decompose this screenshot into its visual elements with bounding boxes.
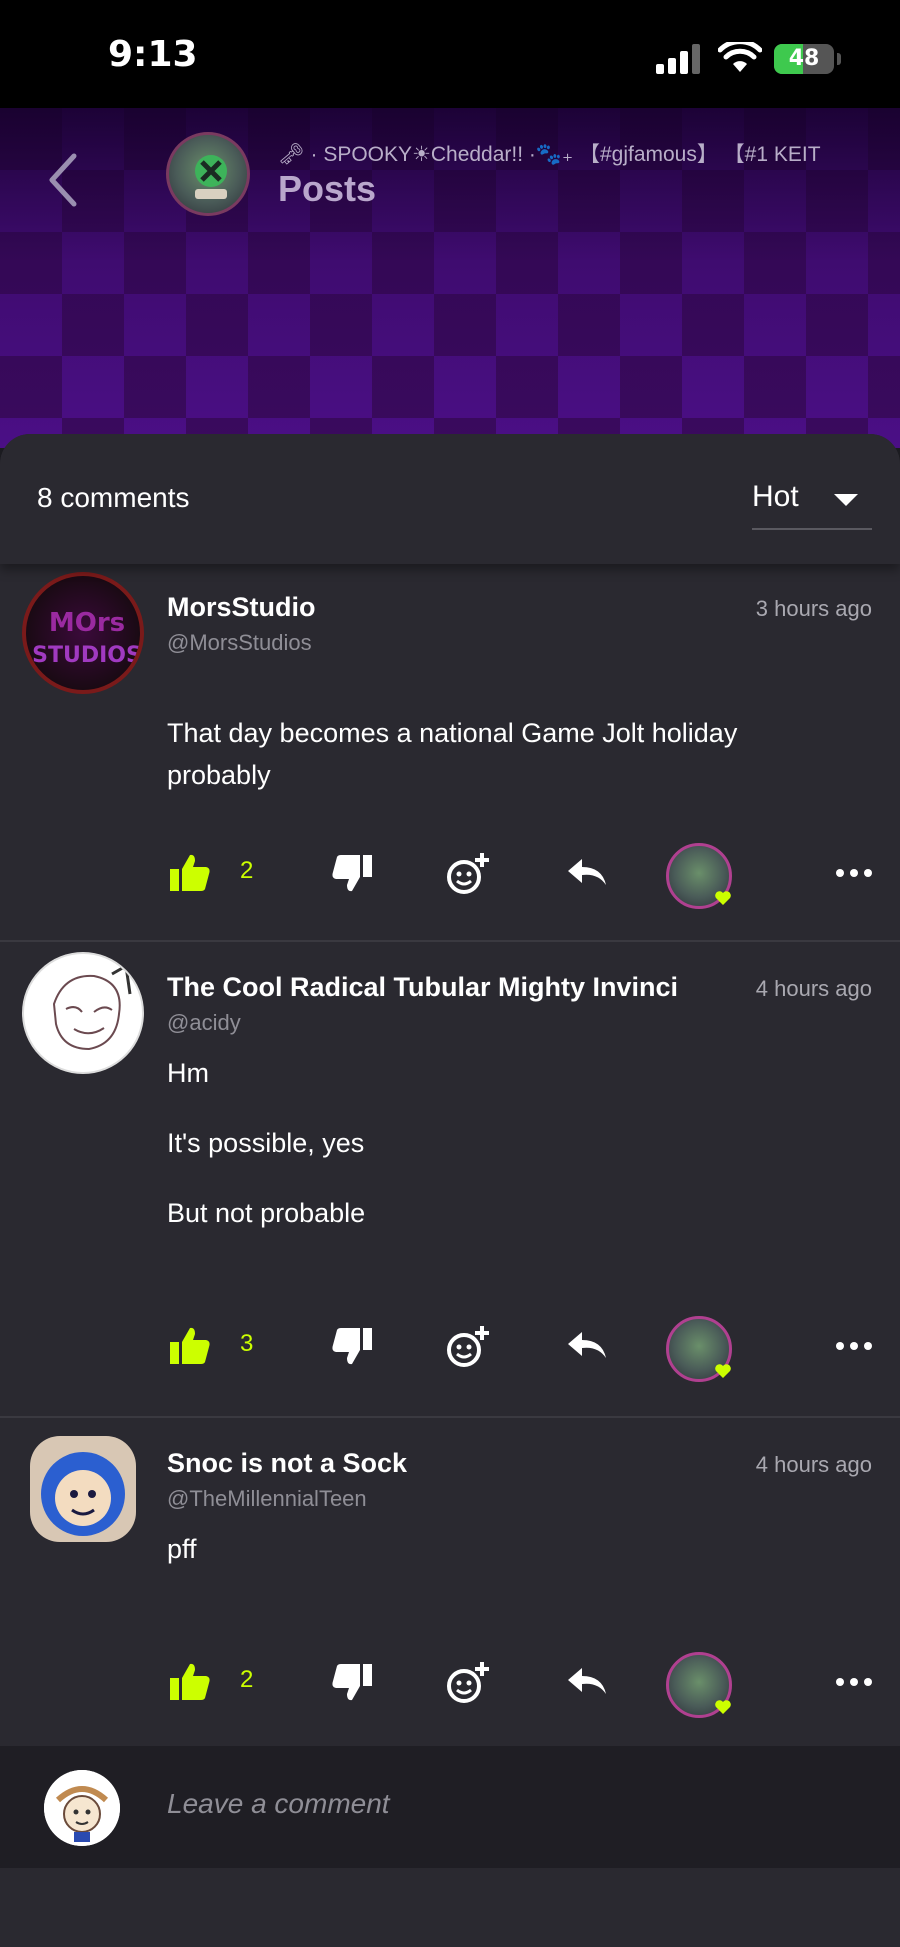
- battery-percent: 48: [788, 46, 820, 71]
- more-options-icon[interactable]: [830, 1658, 878, 1706]
- comments-count: 8 comments: [37, 482, 190, 513]
- comment-text: It's possible, yes: [167, 1128, 365, 1158]
- like-count: 2: [240, 1666, 254, 1693]
- add-reaction-icon[interactable]: [444, 849, 492, 897]
- add-reaction-icon[interactable]: [444, 1658, 492, 1706]
- battery-indicator: 48: [774, 44, 834, 74]
- chevron-down-icon: [834, 494, 858, 506]
- more-options-icon[interactable]: [830, 1322, 878, 1370]
- sort-value: Hot: [752, 480, 799, 513]
- page-title: Posts: [278, 168, 377, 209]
- add-reaction-icon[interactable]: [444, 1322, 492, 1370]
- comment-item: MOrs STUDIOS MorsStudio @MorsStudios 3 h…: [0, 564, 900, 942]
- comment-item: The Cool Radical Tubular Mighty Invinci …: [0, 944, 900, 1418]
- heart-icon: [715, 1700, 731, 1714]
- community-avatar[interactable]: [166, 132, 250, 216]
- like-count: 2: [240, 857, 254, 884]
- like-count: 3: [240, 1330, 254, 1357]
- bottom-area: [0, 1868, 900, 1947]
- comment-handle[interactable]: @acidy: [167, 1010, 241, 1036]
- comment-text: Hm: [167, 1058, 209, 1088]
- community-header: 🗝 · SPOOKY☀Cheddar!! ·🐾₊ 【#gjfamous】 【#1…: [0, 108, 900, 523]
- back-icon[interactable]: [44, 150, 84, 210]
- status-time: 9:13: [108, 34, 198, 75]
- comment-text: probably: [167, 760, 271, 790]
- comments-sheet: MOrs STUDIOS MorsStudio @MorsStudios 3 h…: [0, 434, 900, 1947]
- svg-text:STUDIOS: STUDIOS: [32, 643, 142, 668]
- svg-text:MOrs: MOrs: [49, 608, 125, 638]
- avatar[interactable]: MOrs STUDIOS: [22, 572, 144, 694]
- comment-actions: 2: [0, 843, 900, 919]
- comment-actions: 3: [0, 1316, 900, 1392]
- comment-author[interactable]: The Cool Radical Tubular Mighty Invinci: [167, 972, 727, 1003]
- comment-input-placeholder[interactable]: Leave a comment: [167, 1788, 390, 1820]
- comment-handle[interactable]: @TheMillennialTeen: [167, 1486, 367, 1512]
- dislike-icon[interactable]: [326, 1658, 374, 1706]
- reply-icon[interactable]: [564, 1658, 612, 1706]
- reply-icon[interactable]: [564, 1322, 612, 1370]
- like-icon[interactable]: [168, 849, 216, 897]
- battery-nub: [837, 53, 841, 65]
- comment-text: pff: [167, 1534, 197, 1564]
- sort-dropdown[interactable]: Hot: [752, 476, 872, 530]
- like-icon[interactable]: [168, 1658, 216, 1706]
- comments-header: 8 comments Hot: [0, 434, 900, 564]
- comment-time: 4 hours ago: [735, 1452, 872, 1478]
- comment-handle[interactable]: @MorsStudios: [167, 630, 312, 656]
- comment-composer[interactable]: Leave a comment: [0, 1746, 900, 1868]
- comment-text: That day becomes a national Game Jolt ho…: [167, 718, 738, 748]
- dislike-icon[interactable]: [326, 849, 374, 897]
- comment-time: 4 hours ago: [735, 976, 872, 1002]
- comment-text: But not probable: [167, 1198, 366, 1228]
- avatar[interactable]: [22, 952, 144, 1074]
- signal-icon: [656, 44, 700, 74]
- heart-icon: [715, 891, 731, 905]
- more-options-icon[interactable]: [830, 849, 878, 897]
- wifi-icon: [718, 42, 762, 72]
- comment-item: Snoc is not a Sock @TheMillennialTeen 4 …: [0, 1420, 900, 1746]
- heart-icon: [715, 1364, 731, 1378]
- comment-author[interactable]: MorsStudio: [167, 592, 727, 623]
- comment-time: 3 hours ago: [735, 596, 872, 622]
- status-bar: 9:13 48: [0, 0, 900, 108]
- community-name: 🗝 · SPOOKY☀Cheddar!! ·🐾₊ 【#gjfamous】 【#1…: [278, 143, 821, 166]
- comment-author[interactable]: Snoc is not a Sock: [167, 1448, 727, 1479]
- comment-actions: 2: [0, 1652, 900, 1728]
- dislike-icon[interactable]: [326, 1322, 374, 1370]
- avatar[interactable]: [22, 1428, 144, 1550]
- like-icon[interactable]: [168, 1322, 216, 1370]
- reply-icon[interactable]: [564, 849, 612, 897]
- user-avatar[interactable]: [44, 1770, 120, 1846]
